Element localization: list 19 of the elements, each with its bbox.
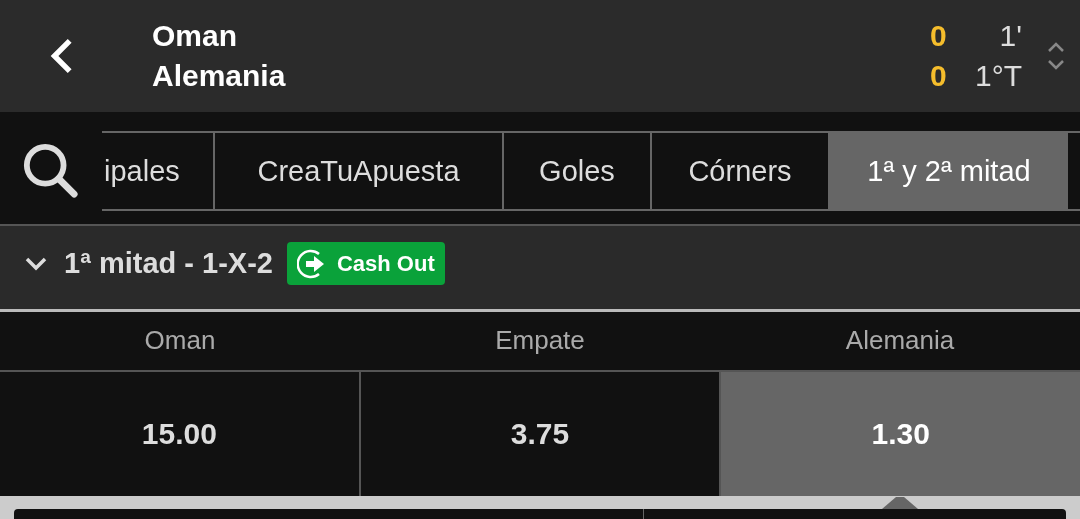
pointer-icon	[882, 497, 918, 509]
chevron-down-icon[interactable]	[24, 255, 48, 272]
back-icon[interactable]	[48, 36, 74, 76]
up-down-chevron-icon[interactable]	[1046, 40, 1066, 72]
odds-button[interactable]: 1.30	[721, 372, 1080, 496]
team-name: Oman	[152, 19, 239, 53]
tab[interactable]: 1ª y 2ª mitad	[830, 133, 1068, 209]
outcome-label: Alemania	[844, 324, 956, 357]
tab[interactable]: ipales	[102, 133, 215, 209]
match-time: 1'	[998, 19, 1022, 53]
search-icon[interactable]	[22, 142, 80, 200]
outcome-label: Oman	[143, 324, 217, 357]
badge-label: Cash Out	[336, 250, 435, 277]
outcome-label: Empate	[494, 324, 586, 357]
market-title: 1ª mitad - 1-X-2	[64, 247, 273, 280]
team-name: Alemania	[152, 59, 287, 93]
score: 0	[930, 19, 948, 53]
match-time: 1°T	[974, 59, 1022, 93]
score: 0	[930, 59, 948, 93]
